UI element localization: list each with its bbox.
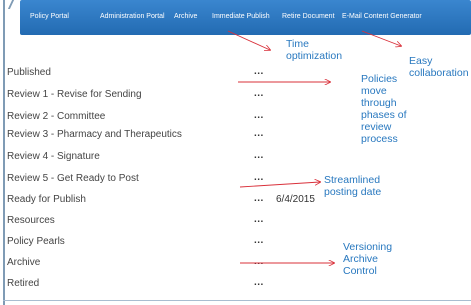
left-border bbox=[3, 0, 5, 305]
callout-line: review bbox=[361, 121, 392, 133]
nav-email-content-generator[interactable]: E-Mail Content Generator bbox=[342, 13, 422, 20]
bottom-border bbox=[3, 300, 471, 301]
corner-mark bbox=[7, 0, 15, 9]
callout-line: collaboration bbox=[409, 67, 469, 79]
callout-line: Easy bbox=[409, 55, 433, 67]
callout-line: Time bbox=[286, 38, 309, 50]
list-item-label[interactable]: Retired bbox=[7, 278, 39, 289]
list-item-label[interactable]: Policy Pearls bbox=[7, 236, 65, 247]
row-menu-ellipsis[interactable]: ... bbox=[254, 150, 264, 161]
page: Policy Portal Administration Portal Arch… bbox=[0, 0, 471, 305]
nav-policy-portal[interactable]: Policy Portal bbox=[30, 13, 69, 20]
row-menu-ellipsis[interactable]: ... bbox=[254, 88, 264, 99]
callout-line: Streamlined bbox=[324, 174, 381, 186]
callout-line: Control bbox=[343, 265, 377, 277]
row-menu-ellipsis[interactable]: ... bbox=[254, 214, 264, 225]
callout-time-optimization: Time optimization bbox=[286, 38, 342, 62]
arrow-posting bbox=[239, 182, 320, 188]
callout-line: phases of bbox=[361, 109, 407, 121]
callout-review-phases: Policies move through phases of review p… bbox=[361, 73, 407, 145]
row-menu-ellipsis[interactable]: ... bbox=[254, 193, 264, 204]
list-item-label[interactable]: Review 2 - Committee bbox=[7, 111, 105, 122]
callout-line: move bbox=[361, 85, 387, 97]
callout-line: Archive bbox=[343, 253, 379, 265]
callout-streamlined-posting: Streamlined posting date bbox=[324, 174, 381, 198]
row-menu-ellipsis[interactable]: ... bbox=[254, 66, 264, 77]
list-item-label[interactable]: Review 3 - Pharmacy and Therapeutics bbox=[7, 129, 182, 140]
nav-immediate-publish[interactable]: Immediate Publish bbox=[212, 13, 270, 20]
list-item-label[interactable]: Review 5 - Get Ready to Post bbox=[7, 173, 139, 184]
callout-line: Versioning bbox=[343, 241, 393, 253]
row-menu-ellipsis[interactable]: ... bbox=[254, 172, 264, 183]
list-item-label[interactable]: Published bbox=[7, 67, 51, 78]
nav-retire-document[interactable]: Retire Document bbox=[282, 13, 335, 20]
callout-line: through bbox=[361, 97, 397, 109]
list-item-label[interactable]: Review 1 - Revise for Sending bbox=[7, 89, 142, 100]
nav-archive[interactable]: Archive bbox=[174, 13, 197, 20]
row-menu-ellipsis[interactable]: ... bbox=[254, 256, 264, 267]
row-menu-ellipsis[interactable]: ... bbox=[254, 110, 264, 121]
list-item-label[interactable]: Ready for Publish bbox=[7, 194, 86, 205]
publish-date: 6/4/2015 bbox=[276, 194, 315, 205]
row-menu-ellipsis[interactable]: ... bbox=[254, 235, 264, 246]
list-item-label[interactable]: Review 4 - Signature bbox=[7, 151, 100, 162]
list-item-label[interactable]: Resources bbox=[7, 215, 55, 226]
row-menu-ellipsis[interactable]: ... bbox=[254, 277, 264, 288]
callout-versioning: Versioning Archive Control bbox=[343, 241, 392, 277]
list-item-label[interactable]: Archive bbox=[7, 257, 40, 268]
callout-line: optimization bbox=[286, 50, 343, 62]
callout-easy-collaboration: Easy collaboration bbox=[409, 55, 469, 79]
callout-line: Policies bbox=[361, 73, 398, 85]
nav-administration-portal[interactable]: Administration Portal bbox=[100, 13, 165, 20]
callout-line: posting date bbox=[324, 186, 382, 198]
callout-line: process bbox=[361, 133, 398, 145]
row-menu-ellipsis[interactable]: ... bbox=[254, 128, 264, 139]
